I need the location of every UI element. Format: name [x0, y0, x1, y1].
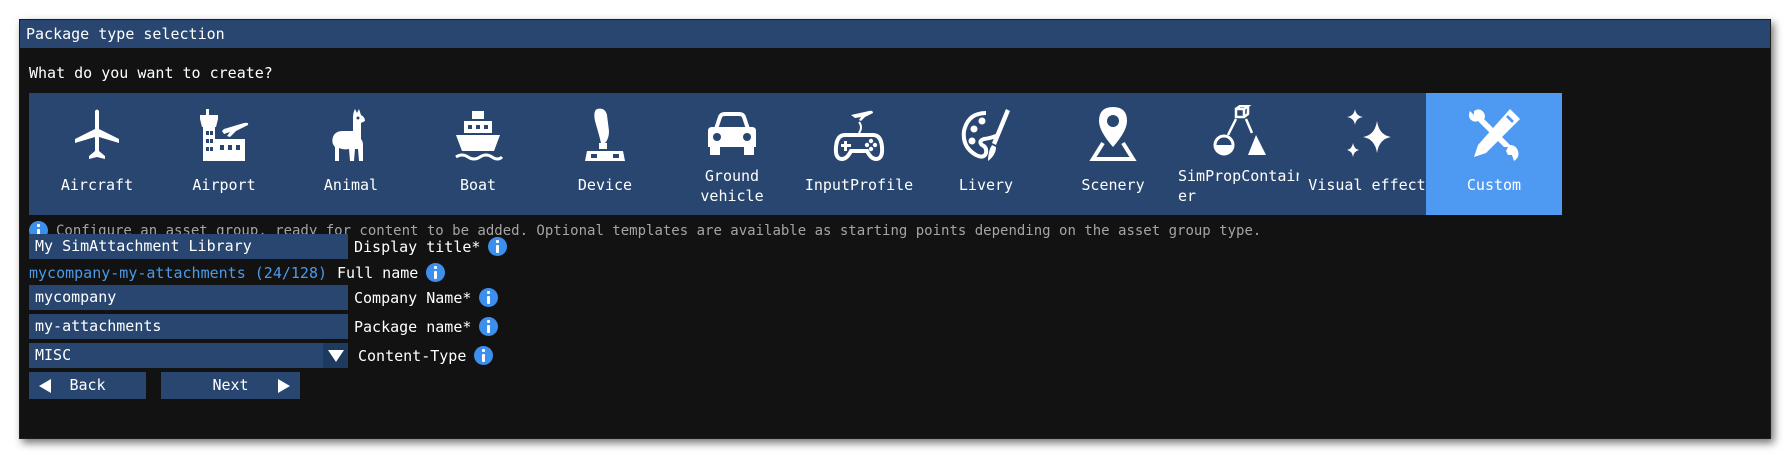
content-type-label: Content-Type — [358, 346, 467, 365]
tile-label: Scenery — [1081, 176, 1145, 194]
tile-device[interactable]: Device — [537, 93, 673, 215]
content-type-select[interactable]: MISC — [29, 343, 348, 368]
info-icon[interactable] — [474, 346, 494, 365]
tile-label: Airport — [192, 176, 256, 194]
tile-label: Ground vehicle — [700, 167, 764, 205]
tile-simpropcontainer[interactable]: SimPropContainer — [1172, 93, 1308, 215]
gamepad-icon — [833, 110, 885, 162]
sparkles-icon — [1347, 109, 1391, 157]
palette-icon — [961, 109, 1010, 161]
llama-icon — [332, 109, 365, 161]
info-icon[interactable] — [426, 263, 446, 282]
tile-boat[interactable]: Boat — [410, 93, 546, 215]
arrow-right-icon — [278, 379, 290, 393]
dialog-title: Package type selection — [20, 20, 1770, 48]
ship-icon — [455, 111, 504, 161]
tile-livery[interactable]: Livery — [918, 93, 1054, 215]
content-type-row: MISC Content-Type — [29, 343, 494, 368]
content-type-value: MISC — [35, 346, 72, 364]
tile-label: Livery — [958, 176, 1014, 194]
package-type-tiles: Aircraft Airport Animal Boat Device Grou… — [29, 93, 1769, 215]
info-icon[interactable] — [479, 317, 499, 336]
tools-icon — [1469, 109, 1520, 161]
dropdown-arrow-icon[interactable] — [323, 343, 348, 368]
car-icon — [708, 112, 756, 155]
company-name-label: Company Name* — [354, 288, 472, 307]
tile-label: Device — [577, 176, 633, 194]
tile-label: SimPropContainer — [1178, 167, 1305, 205]
tile-ground-vehicle[interactable]: Ground vehicle — [664, 93, 800, 215]
company-name-row: mycompany Company Name* — [29, 285, 499, 310]
info-icon[interactable] — [488, 237, 508, 256]
tile-inputprofile[interactable]: InputProfile — [791, 93, 927, 215]
tile-visual-effect[interactable]: Visual effect — [1299, 93, 1435, 215]
airport-tower-icon — [200, 109, 249, 161]
package-name-label: Package name* — [354, 317, 472, 336]
info-icon[interactable] — [479, 288, 499, 307]
package-name-row: my-attachments Package name* — [29, 314, 499, 339]
package-type-dialog: Package type selection What do you want … — [19, 19, 1771, 439]
full-name-row: mycompany-my-attachments (24/128) Full n… — [29, 263, 446, 282]
joystick-icon — [585, 108, 625, 161]
company-name-field[interactable]: mycompany — [29, 285, 348, 310]
back-button[interactable]: Back — [29, 372, 146, 399]
back-button-label: Back — [69, 376, 106, 394]
tile-animal[interactable]: Animal — [283, 93, 419, 215]
airplane-icon — [75, 109, 119, 159]
tile-aircraft[interactable]: Aircraft — [29, 93, 165, 215]
display-title-field[interactable]: My SimAttachment Library — [29, 234, 348, 259]
display-title-row: My SimAttachment Library Display title* — [29, 234, 508, 259]
tile-scenery[interactable]: Scenery — [1045, 93, 1181, 215]
package-name-field[interactable]: my-attachments — [29, 314, 348, 339]
tile-label: Custom — [1466, 176, 1522, 194]
tile-label: InputProfile — [804, 176, 914, 194]
tile-label: Aircraft — [60, 176, 134, 194]
tile-custom[interactable]: Custom — [1426, 93, 1562, 215]
tile-label: Animal — [323, 176, 379, 194]
tile-label: Boat — [459, 176, 497, 194]
next-button[interactable]: Next — [161, 372, 300, 399]
shapes-icon — [1213, 105, 1266, 156]
map-pin-icon — [1089, 107, 1137, 161]
display-title-label: Display title* — [354, 237, 481, 256]
full-name-value: mycompany-my-attachments (24/128) — [29, 263, 328, 282]
question-label: What do you want to create? — [29, 64, 273, 82]
tile-airport[interactable]: Airport — [156, 93, 292, 215]
full-name-label: Full name — [337, 263, 419, 282]
tile-label: Visual effect — [1308, 176, 1426, 194]
